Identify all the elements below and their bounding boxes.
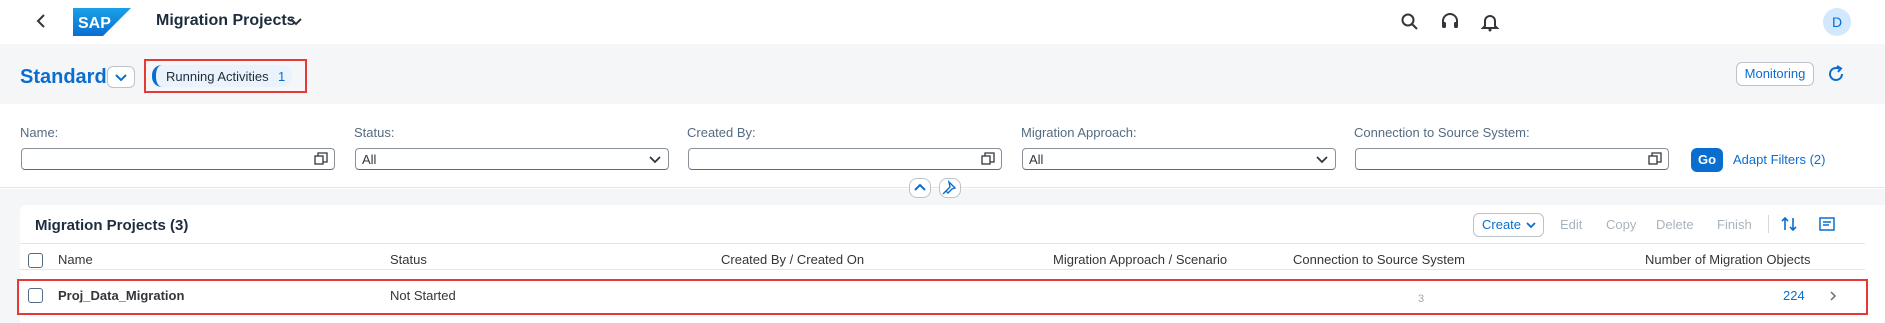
column-header-objects[interactable]: Number of Migration Objects [1645, 252, 1810, 267]
filter-bar: Name: Status: All Created By: Migration … [0, 104, 1885, 188]
chevron-down-icon [649, 156, 661, 164]
chevron-down-icon [115, 74, 127, 82]
running-activities-label: Running Activities [166, 69, 269, 84]
status-filter-label: Status: [354, 125, 395, 140]
running-activities-chip[interactable]: Running Activities 1 [152, 65, 292, 87]
row-connection-suffix: 3 [1418, 293, 1425, 305]
sort-icon[interactable] [1780, 215, 1798, 233]
table-settings-icon[interactable] [1818, 215, 1836, 233]
row-checkbox[interactable] [28, 288, 43, 303]
toolbar-separator [1768, 215, 1769, 233]
search-icon[interactable] [1398, 10, 1422, 34]
copy-button[interactable]: Copy [1606, 217, 1636, 232]
finish-button[interactable]: Finish [1717, 217, 1752, 232]
pin-header-button[interactable] [939, 178, 961, 198]
column-header-connection[interactable]: Connection to Source System [1293, 252, 1465, 267]
value-help-icon[interactable] [1648, 152, 1662, 166]
table-row-highlight [17, 279, 1868, 315]
column-header-name[interactable]: Name [58, 252, 93, 267]
select-all-checkbox[interactable] [28, 253, 43, 268]
table-title: Migration Projects (3) [35, 217, 189, 234]
status-filter-value: All [362, 152, 377, 167]
connection-filter-input[interactable] [1355, 148, 1669, 170]
column-header-approach[interactable]: Migration Approach / Scenario [1053, 252, 1227, 267]
table-header-border [20, 243, 1865, 244]
edit-button[interactable]: Edit [1560, 217, 1582, 232]
migration-projects-table: Migration Projects (3) Create Edit Copy … [17, 205, 1885, 323]
app-title[interactable]: Migration Projects [156, 12, 296, 30]
shell-bar: SAP Migration Projects D [0, 0, 1885, 44]
running-activities-count: 1 [278, 69, 286, 84]
adapt-filters-button[interactable]: Adapt Filters (2) [1733, 152, 1825, 167]
approach-filter-value: All [1029, 152, 1044, 167]
sap-logo[interactable]: SAP [73, 8, 131, 36]
avatar[interactable]: D [1823, 8, 1851, 36]
table-header-bottom-border [20, 269, 1865, 270]
bell-icon[interactable] [1478, 10, 1502, 34]
created-by-filter-input[interactable] [688, 148, 1002, 170]
chevron-down-icon [1316, 156, 1328, 164]
chevron-up-icon [914, 183, 926, 191]
chevron-down-icon [1526, 222, 1536, 229]
variant-dropdown-button[interactable] [107, 66, 135, 88]
monitoring-button[interactable]: Monitoring [1736, 62, 1814, 86]
value-help-icon[interactable] [981, 152, 995, 166]
running-activities-highlight: Running Activities 1 [144, 59, 307, 93]
refresh-icon[interactable] [1825, 63, 1847, 85]
column-header-status[interactable]: Status [390, 252, 427, 267]
name-filter-input[interactable] [21, 148, 335, 170]
value-help-icon[interactable] [314, 152, 328, 166]
approach-filter-label: Migration Approach: [1021, 125, 1137, 140]
collapse-header-button[interactable] [909, 178, 931, 198]
headset-icon[interactable] [1438, 10, 1462, 34]
approach-filter-select[interactable]: All [1022, 148, 1336, 170]
column-header-created[interactable]: Created By / Created On [721, 252, 864, 267]
name-filter-label: Name: [20, 125, 59, 140]
status-filter-select[interactable]: All [355, 148, 669, 170]
variant-title[interactable]: Standard [20, 66, 107, 89]
create-label: Create [1482, 217, 1522, 232]
go-button[interactable]: Go [1691, 148, 1723, 172]
chevron-down-icon[interactable] [288, 13, 304, 29]
row-status: Not Started [390, 288, 456, 303]
create-button[interactable]: Create [1473, 213, 1544, 237]
delete-button[interactable]: Delete [1656, 217, 1694, 232]
row-name[interactable]: Proj_Data_Migration [58, 288, 184, 303]
sap-logo-text: SAP [78, 15, 111, 32]
back-icon[interactable] [34, 12, 52, 32]
row-objects-count[interactable]: 224 [1783, 288, 1805, 303]
connection-filter-label: Connection to Source System: [1354, 125, 1530, 140]
page-header: Standard Running Activities 1 Monitoring [0, 44, 1885, 104]
chevron-right-icon[interactable] [1828, 290, 1838, 302]
created-by-filter-label: Created By: [687, 125, 756, 140]
pin-icon [942, 179, 957, 195]
